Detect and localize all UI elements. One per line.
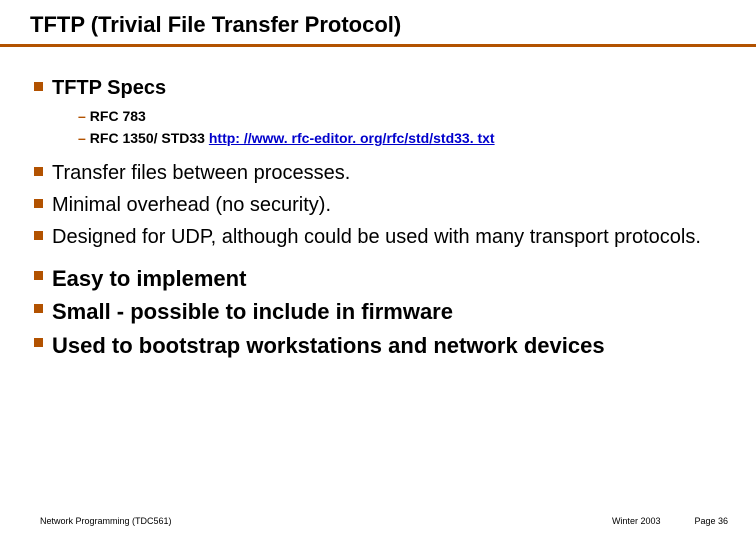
bullet-bootstrap: Used to bootstrap workstations and netwo… [34, 331, 722, 361]
slide-title: TFTP (Trivial File Transfer Protocol) [30, 12, 401, 37]
specs-heading-item: TFTP Specs –RFC 783 –RFC 1350/ STD33 htt… [34, 75, 722, 150]
spec-item-rfc1350: –RFC 1350/ STD33 http: //www. rfc-editor… [78, 127, 722, 149]
dash-icon: – [78, 108, 86, 124]
rfc-link[interactable]: http: //www. rfc-editor. org/rfc/std/std… [209, 130, 495, 146]
second-block: Easy to implement Small - possible to in… [34, 264, 722, 361]
bullet-overhead: Minimal overhead (no security). [34, 192, 722, 218]
bullet-easy: Easy to implement [34, 264, 722, 294]
dash-icon: – [78, 130, 86, 146]
footer: Network Programming (TDC561) Winter 2003… [0, 516, 756, 526]
spec-text: RFC 783 [90, 108, 146, 124]
specs-heading: TFTP Specs [52, 77, 166, 99]
spec-prefix: RFC 1350/ STD33 [90, 130, 209, 146]
content-area: TFTP Specs –RFC 783 –RFC 1350/ STD33 htt… [0, 47, 756, 361]
footer-term: Winter 2003 [612, 516, 661, 526]
bullet-transfer: Transfer files between processes. [34, 160, 722, 186]
spec-item-rfc783: –RFC 783 [78, 105, 722, 127]
bullet-udp: Designed for UDP, although could be used… [34, 224, 722, 250]
footer-left: Network Programming (TDC561) [40, 516, 172, 526]
footer-page: Page 36 [694, 516, 728, 526]
bullet-small: Small - possible to include in firmware [34, 297, 722, 327]
